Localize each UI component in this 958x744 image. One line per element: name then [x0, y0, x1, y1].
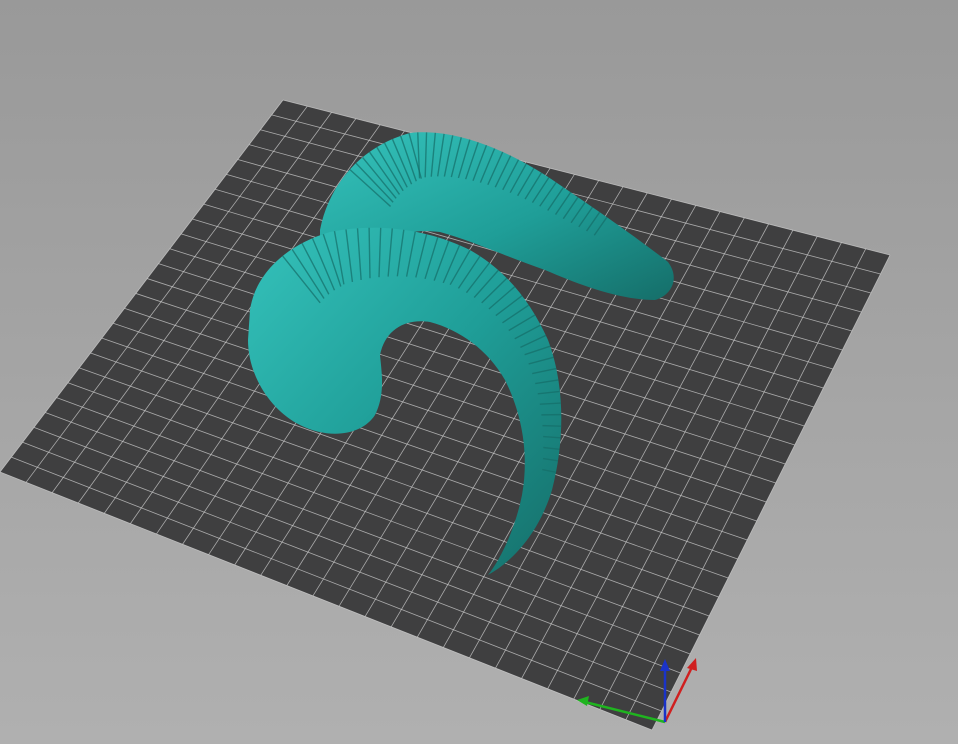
3d-viewport[interactable]	[0, 0, 958, 744]
horn-ridge	[368, 227, 371, 279]
horn-ridge	[542, 424, 562, 427]
x-axis-arrow	[687, 658, 697, 671]
scene-canvas[interactable]	[0, 0, 958, 744]
